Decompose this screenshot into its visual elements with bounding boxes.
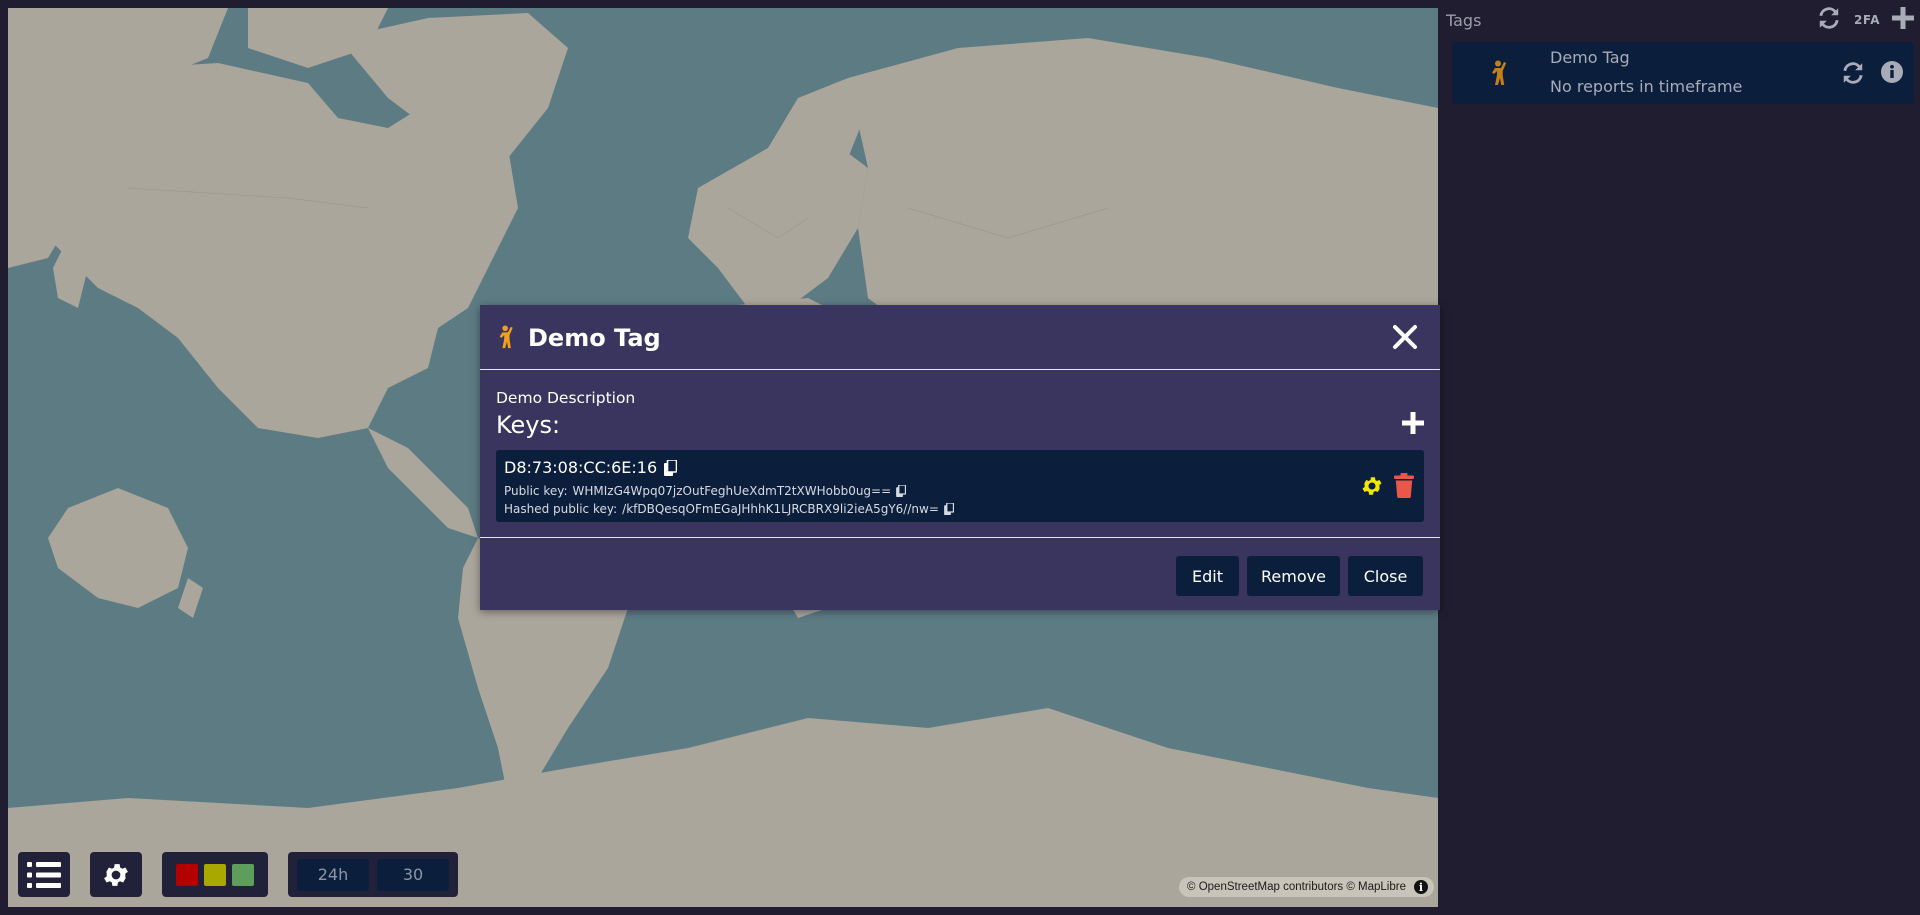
dialog-footer: Edit Remove Close: [480, 537, 1440, 610]
refresh-icon: [1843, 62, 1863, 84]
tag-description: Demo Description: [496, 389, 636, 407]
add-tag-button[interactable]: [1892, 7, 1914, 33]
status-green-swatch[interactable]: [232, 863, 254, 886]
map-attribution: © OpenStreetMap contributors © MapLibre …: [1179, 877, 1434, 897]
add-key-button[interactable]: [1402, 412, 1424, 438]
edit-button[interactable]: Edit: [1176, 556, 1239, 596]
time-controls: 24h 30: [288, 852, 458, 897]
status-color-legend: [162, 852, 268, 897]
key-settings-button[interactable]: [1360, 474, 1384, 502]
person-waving-icon: [1492, 60, 1507, 85]
hashed-key-value: /kfDBQesqOFmEGaJHhhK1LJRCBRX9li2ieA5gY6/…: [622, 502, 939, 516]
tag-list-item[interactable]: Demo Tag No reports in timeframe: [1452, 42, 1914, 104]
tag-list-button[interactable]: [18, 852, 70, 897]
time-range-selector[interactable]: 24h: [297, 858, 369, 891]
key-id-row: D8:73:08:CC:6E:16: [504, 458, 678, 477]
copy-icon[interactable]: [944, 503, 954, 515]
public-key-label: Public key:: [504, 484, 568, 498]
public-key-value: WHMIzG4Wpq07jzOutFeghUeXdmT2tXWHobb0ug==: [572, 484, 892, 498]
tag-refresh-button[interactable]: [1840, 60, 1866, 90]
person-waving-icon: [499, 325, 513, 349]
info-circle-icon: [1881, 61, 1903, 83]
status-yellow-swatch[interactable]: [204, 863, 226, 886]
keys-heading: Keys:: [496, 411, 561, 439]
dialog-header: Demo Tag: [480, 305, 1440, 370]
copy-icon[interactable]: [664, 459, 678, 476]
attribution-info-icon[interactable]: i: [1414, 880, 1428, 894]
twofa-button[interactable]: 2FA: [1854, 13, 1880, 27]
key-id: D8:73:08:CC:6E:16: [504, 458, 658, 477]
tag-status: No reports in timeframe: [1550, 77, 1743, 96]
hashed-key-row: Hashed public key: /kfDBQesqOFmEGaJHhhK1…: [504, 502, 954, 516]
sidebar-header: Tags 2FA: [1446, 6, 1914, 34]
gear-icon: [104, 863, 128, 886]
dialog-close-button[interactable]: [1392, 324, 1418, 350]
public-key-row: Public key: WHMIzG4Wpq07jzOutFeghUeXdmT2…: [504, 484, 907, 498]
key-card: D8:73:08:CC:6E:16 Public key: WHMIzG4Wpq…: [496, 450, 1424, 522]
tag-info-button[interactable]: [1880, 60, 1904, 88]
trash-icon: [1394, 473, 1414, 498]
refresh-all-button[interactable]: [1816, 5, 1842, 35]
settings-button[interactable]: [90, 852, 142, 897]
sidebar: Tags 2FA Demo Tag No reports in timefram…: [1438, 0, 1920, 915]
report-count-field[interactable]: 30: [377, 858, 449, 891]
close-button[interactable]: Close: [1348, 556, 1423, 596]
hashed-key-label: Hashed public key:: [504, 502, 618, 516]
status-red-swatch[interactable]: [176, 863, 198, 886]
sidebar-title: Tags: [1446, 10, 1482, 30]
list-icon: [27, 861, 61, 888]
copy-icon[interactable]: [896, 485, 907, 497]
close-icon: [1393, 325, 1417, 349]
plus-icon: [1892, 7, 1914, 29]
key-delete-button[interactable]: [1394, 473, 1414, 502]
gear-icon: [1362, 477, 1382, 495]
remove-button[interactable]: Remove: [1247, 556, 1340, 596]
plus-icon: [1402, 412, 1424, 434]
attribution-text: © OpenStreetMap contributors © MapLibre: [1187, 881, 1406, 893]
refresh-icon: [1819, 7, 1839, 29]
dialog-title: Demo Tag: [528, 324, 661, 352]
tag-name: Demo Tag: [1550, 48, 1630, 67]
tag-details-dialog: Demo Tag Demo Description Keys: D8:73:08…: [480, 305, 1440, 610]
